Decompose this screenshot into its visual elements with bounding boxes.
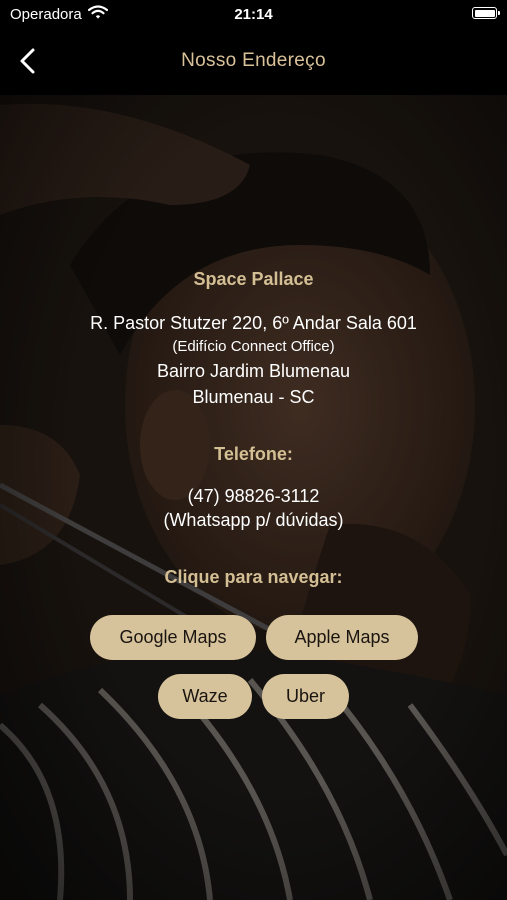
address-line-3: Bairro Jardim Blumenau (156, 361, 351, 381)
phone-heading: Telefone: (214, 444, 293, 464)
phone-number[interactable]: (47) 98826-3112 (0, 486, 507, 507)
waze-button[interactable]: Waze (158, 674, 252, 719)
screen: Operadora 21:14 Nosso Endereço Space Pal… (0, 0, 507, 900)
address-line-4: Blumenau - SC (192, 387, 315, 407)
location-name: Space Pallace (193, 269, 314, 289)
address-line-2: (Edifício Connect Office) (172, 338, 335, 355)
status-bar: Operadora 21:14 (0, 0, 507, 30)
uber-button[interactable]: Uber (262, 674, 349, 719)
phone-note: (Whatsapp p/ dúvidas) (163, 510, 344, 530)
page-title: Nosso Endereço (181, 50, 326, 71)
navigate-heading: Clique para navegar: (164, 567, 343, 587)
apple-maps-button[interactable]: Apple Maps (266, 615, 418, 660)
clock: 21:14 (234, 6, 273, 23)
google-maps-button[interactable]: Google Maps (90, 615, 256, 660)
navigation-bar: Nosso Endereço (0, 30, 507, 95)
address-line-1: R. Pastor Stutzer 220, 6º Andar Sala 601 (90, 313, 417, 333)
battery-icon (472, 7, 500, 19)
